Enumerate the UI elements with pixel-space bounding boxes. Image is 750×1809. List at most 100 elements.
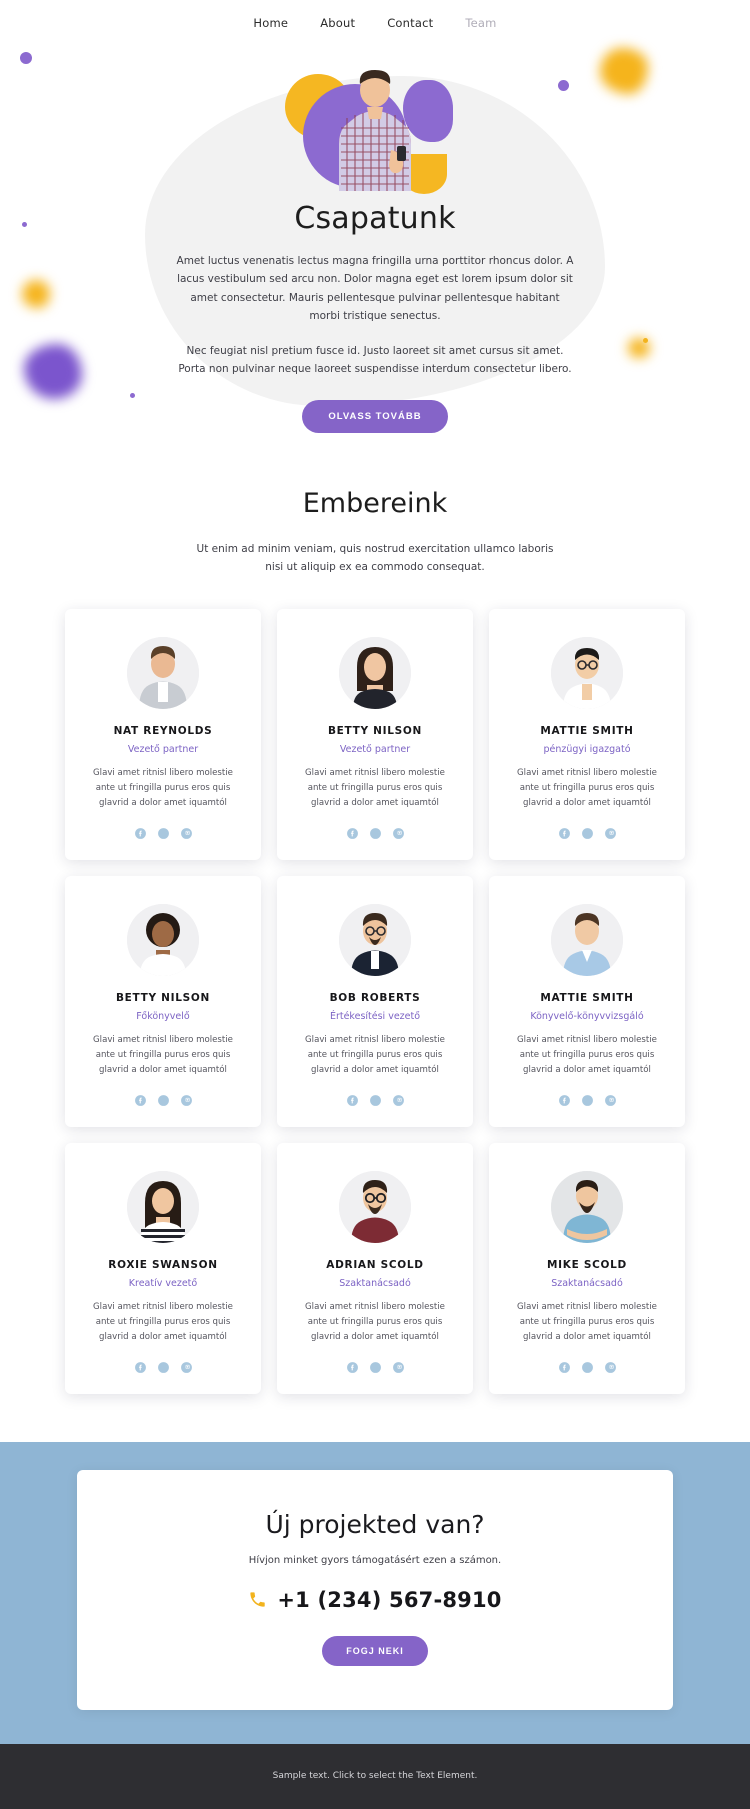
avatar — [127, 903, 199, 976]
member-description: Glavi amet ritnisl libero molestie ante … — [93, 1301, 233, 1342]
twitter-icon[interactable] — [157, 1092, 170, 1106]
twitter-icon[interactable] — [369, 1092, 382, 1106]
facebook-icon[interactable] — [346, 1359, 359, 1373]
instagram-icon[interactable] — [392, 1359, 405, 1373]
member-description: Glavi amet ritnisl libero molestie ante … — [517, 1034, 657, 1075]
team-card[interactable]: NAT REYNOLDS Vezető partner Glavi amet r… — [65, 608, 261, 860]
member-role: Szaktanácsadó — [551, 1277, 623, 1289]
main-navigation: Home About Contact Team — [0, 0, 750, 46]
social-links — [507, 1359, 667, 1373]
member-role: Kreatív vezető — [128, 1277, 198, 1289]
hero-person-photo — [339, 70, 411, 191]
team-section: Embereink Ut enim ad minim veniam, quis … — [0, 418, 750, 1394]
get-started-button[interactable]: FOGJ NEKI — [322, 1635, 428, 1666]
member-name: BOB ROBERTS — [329, 991, 421, 1004]
cta-phone-number[interactable]: +1 (234) 567-8910 — [277, 1588, 501, 1612]
avatar — [339, 1170, 411, 1243]
instagram-icon[interactable] — [604, 825, 617, 839]
team-card[interactable]: BETTY NILSON Vezető partner Glavi amet r… — [277, 608, 473, 860]
instagram-icon[interactable] — [604, 1092, 617, 1106]
twitter-icon[interactable] — [157, 1359, 170, 1373]
member-description: Glavi amet ritnisl libero molestie ante … — [517, 767, 657, 808]
social-links — [83, 825, 243, 839]
member-description: Glavi amet ritnisl libero molestie ante … — [305, 1034, 445, 1075]
avatar — [127, 1170, 199, 1243]
hero-paragraph-2: Nec feugiat nisl pretium fusce id. Justo… — [178, 344, 572, 375]
twitter-icon[interactable] — [581, 1359, 594, 1373]
twitter-icon[interactable] — [581, 825, 594, 839]
member-description: Glavi amet ritnisl libero molestie ante … — [305, 767, 445, 808]
member-role: Vezető partner — [339, 743, 411, 755]
nav-item-contact[interactable]: Contact — [387, 16, 433, 30]
member-name: MATTIE SMITH — [540, 724, 634, 737]
social-links — [295, 825, 455, 839]
cta-card: Új projekted van? Hívjon minket gyors tá… — [77, 1469, 673, 1710]
member-description: Glavi amet ritnisl libero molestie ante … — [517, 1301, 657, 1342]
team-card[interactable]: MIKE SCOLD Szaktanácsadó Glavi amet ritn… — [489, 1142, 685, 1394]
cta-title: Új projekted van? — [265, 1509, 485, 1539]
cta-phone-row: +1 (234) 567-8910 — [97, 1588, 653, 1612]
team-card[interactable]: ROXIE SWANSON Kreatív vezető Glavi amet … — [65, 1142, 261, 1394]
facebook-icon[interactable] — [558, 825, 571, 839]
facebook-icon[interactable] — [346, 825, 359, 839]
member-description: Glavi amet ritnisl libero molestie ante … — [305, 1301, 445, 1342]
team-card[interactable]: MATTIE SMITH pénzügyi igazgató Glavi ame… — [489, 608, 685, 860]
nav-item-team[interactable]: Team — [465, 16, 496, 30]
member-name: ROXIE SWANSON — [108, 1258, 218, 1271]
twitter-icon[interactable] — [581, 1092, 594, 1106]
team-card[interactable]: MATTIE SMITH Könyvelő-könyvvizsgáló Glav… — [489, 875, 685, 1127]
avatar — [551, 903, 623, 976]
facebook-icon[interactable] — [346, 1092, 359, 1106]
cta-lead: Hívjon minket gyors támogatásért ezen a … — [248, 1554, 502, 1566]
team-card[interactable]: BOB ROBERTS Értékesítési vezető Glavi am… — [277, 875, 473, 1127]
member-name: ADRIAN SCOLD — [326, 1258, 424, 1271]
team-grid: NAT REYNOLDS Vezető partner Glavi amet r… — [0, 608, 750, 1394]
nav-item-home[interactable]: Home — [253, 16, 288, 30]
team-section-subtitle: Ut enim ad minim veniam, quis nostrud ex… — [196, 543, 554, 573]
social-links — [295, 1092, 455, 1106]
social-links — [295, 1359, 455, 1373]
hero-section: Csapatunk Amet luctus venenatis lectus m… — [0, 46, 750, 434]
twitter-icon[interactable] — [369, 825, 382, 839]
instagram-icon[interactable] — [392, 1092, 405, 1106]
phone-icon — [248, 1590, 267, 1609]
social-links — [83, 1092, 243, 1106]
team-card[interactable]: ADRIAN SCOLD Szaktanácsadó Glavi amet ri… — [277, 1142, 473, 1394]
member-description: Glavi amet ritnisl libero molestie ante … — [93, 767, 233, 808]
member-role: Főkönyvelő — [136, 1010, 190, 1022]
avatar — [127, 636, 199, 709]
read-more-button[interactable]: OLVASS TOVÁBB — [302, 400, 448, 434]
instagram-icon[interactable] — [180, 1359, 193, 1373]
hero-portrait — [275, 66, 475, 194]
member-description: Glavi amet ritnisl libero molestie ante … — [93, 1034, 233, 1075]
instagram-icon[interactable] — [604, 1359, 617, 1373]
nav-item-about[interactable]: About — [320, 16, 355, 30]
footer-text: Sample text. Click to select the Text El… — [272, 1771, 478, 1782]
instagram-icon[interactable] — [180, 1092, 193, 1106]
avatar — [339, 636, 411, 709]
member-role: pénzügyi igazgató — [543, 743, 631, 755]
facebook-icon[interactable] — [558, 1359, 571, 1373]
facebook-icon[interactable] — [558, 1092, 571, 1106]
instagram-icon[interactable] — [392, 825, 405, 839]
avatar — [551, 1170, 623, 1243]
instagram-icon[interactable] — [180, 825, 193, 839]
social-links — [83, 1359, 243, 1373]
member-name: MATTIE SMITH — [540, 991, 634, 1004]
member-role: Értékesítési vezető — [329, 1010, 421, 1022]
footer: Sample text. Click to select the Text El… — [0, 1743, 750, 1809]
page-root: Home About Contact Team Csapatunk Amet l… — [0, 0, 750, 1809]
facebook-icon[interactable] — [134, 825, 147, 839]
team-section-title: Embereink — [302, 488, 448, 519]
facebook-icon[interactable] — [134, 1092, 147, 1106]
team-card[interactable]: BETTY NILSON Főkönyvelő Glavi amet ritni… — [65, 875, 261, 1127]
member-name: BETTY NILSON — [115, 991, 211, 1004]
social-links — [507, 825, 667, 839]
facebook-icon[interactable] — [134, 1359, 147, 1373]
twitter-icon[interactable] — [369, 1359, 382, 1373]
member-name: MIKE SCOLD — [547, 1258, 627, 1271]
social-links — [507, 1092, 667, 1106]
cta-section: Új projekted van? Hívjon minket gyors tá… — [0, 1441, 750, 1744]
twitter-icon[interactable] — [157, 825, 170, 839]
member-name: BETTY NILSON — [327, 724, 423, 737]
